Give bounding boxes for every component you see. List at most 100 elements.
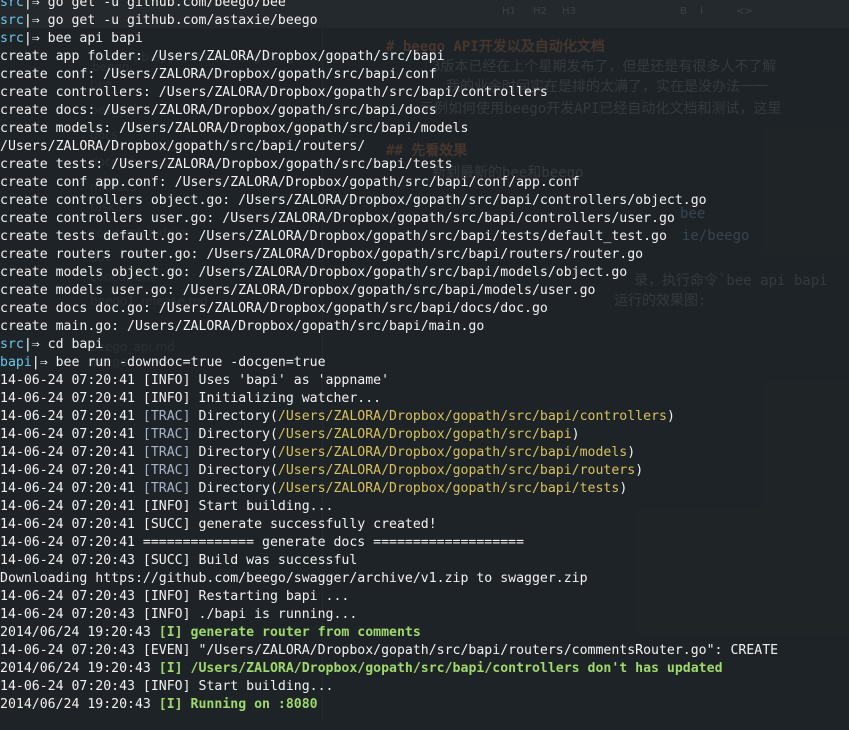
terminal-text: create models object.go: /Users/ZALORA/D… xyxy=(0,265,628,280)
terminal-text: 14-06-24 07:20:41 xyxy=(0,517,143,532)
terminal-text: [I] generate router from comments xyxy=(158,625,421,640)
terminal-text: Directory( xyxy=(190,409,278,424)
prompt-directory: src xyxy=(0,31,24,46)
terminal-text: go get -u github.com/beego/bee xyxy=(47,0,286,10)
terminal-line: 2014/06/24 19:20:43 [I] /Users/ZALORA/Dr… xyxy=(0,660,723,678)
terminal-text: [TRAC] xyxy=(142,463,191,478)
terminal-text: go get -u github.com/astaxie/beego xyxy=(47,13,318,28)
terminal-text: bee run -downdoc=true -docgen=true xyxy=(55,355,326,370)
terminal-line: Downloading https://github.com/beego/swa… xyxy=(0,570,588,588)
terminal-text: create docs: /Users/ZALORA/Dropbox/gopat… xyxy=(0,103,437,118)
terminal-text: Downloading https://github.com/beego/swa… xyxy=(0,571,588,586)
prompt-directory: src xyxy=(0,0,24,10)
terminal-line: 14-06-24 07:20:41 [INFO] Start building.… xyxy=(0,498,333,516)
terminal-text: /Users/ZALORA/Dropbox/gopath/src/bapi/te… xyxy=(277,481,620,496)
terminal-text: Uses 'bapi' as 'appname' xyxy=(190,373,390,388)
terminal-text: |⇒ xyxy=(23,337,48,352)
terminal-line: 14-06-24 07:20:41 [TRAC] Directory(/User… xyxy=(0,462,643,480)
terminal-line: 14-06-24 07:20:41 [INFO] Uses 'bapi' as … xyxy=(0,372,389,390)
terminal-text: create controllers user.go: /Users/ZALOR… xyxy=(0,211,675,226)
terminal-line: src|⇒ cd bapi xyxy=(0,336,103,354)
terminal-line: 14-06-24 07:20:41 [TRAC] Directory(/User… xyxy=(0,480,627,498)
terminal-text: [INFO] xyxy=(142,589,191,604)
terminal-text: 14-06-24 07:20:41 xyxy=(0,481,143,496)
terminal-text: 14-06-24 07:20:41 xyxy=(0,373,143,388)
terminal-line: create models: /Users/ZALORA/Dropbox/gop… xyxy=(0,120,468,138)
terminal-line: 14-06-24 07:20:41 [INFO] Initializing wa… xyxy=(0,390,381,408)
terminal-text: [INFO] xyxy=(142,499,191,514)
terminal-text: Restarting bapi ... xyxy=(190,589,350,604)
terminal-line: 2014/06/24 19:20:43 [I] Running on :8080 xyxy=(0,696,318,714)
terminal-window[interactable]: src|⇒ go get -u github.com/beego/bee src|… xyxy=(0,0,849,730)
terminal-text: 14-06-24 07:20:43 [EVEN] "/Users/ZALORA/… xyxy=(0,643,779,658)
terminal-text: [I] /Users/ZALORA/Dropbox/gopath/src/bap… xyxy=(158,661,723,676)
terminal-text: bee api bapi xyxy=(47,31,143,46)
terminal-text: /Users/ZALORA/Dropbox/gopath/src/bapi/ro… xyxy=(277,463,636,478)
terminal-line: 14-06-24 07:20:41 [TRAC] Directory(/User… xyxy=(0,408,675,426)
terminal-text: Directory( xyxy=(190,445,278,460)
terminal-text: create docs doc.go: /Users/ZALORA/Dropbo… xyxy=(0,301,548,316)
terminal-text: [TRAC] xyxy=(142,409,191,424)
terminal-text: create main.go: /Users/ZALORA/Dropbox/go… xyxy=(0,319,485,334)
terminal-line: create routers router.go: /Users/ZALORA/… xyxy=(0,246,643,264)
terminal-text: Start building... xyxy=(190,679,334,694)
terminal-line: create docs doc.go: /Users/ZALORA/Dropbo… xyxy=(0,300,548,318)
terminal-text: create app folder: /Users/ZALORA/Dropbox… xyxy=(0,49,445,64)
terminal-text: Directory( xyxy=(190,481,278,496)
terminal-text: 14-06-24 07:20:41 xyxy=(0,445,143,460)
terminal-text: ./bapi is running... xyxy=(190,607,358,622)
terminal-text: create routers router.go: /Users/ZALORA/… xyxy=(0,247,644,262)
terminal-line: 14-06-24 07:20:43 [EVEN] "/Users/ZALORA/… xyxy=(0,642,778,660)
terminal-line: create conf app.conf: /Users/ZALORA/Drop… xyxy=(0,174,580,192)
terminal-text: 14-06-24 07:20:43 xyxy=(0,607,143,622)
terminal-text: create models: /Users/ZALORA/Dropbox/gop… xyxy=(0,121,469,136)
terminal-line: 14-06-24 07:20:43 [INFO] Start building.… xyxy=(0,678,333,696)
terminal-text: [TRAC] xyxy=(142,481,191,496)
terminal-line: bapi|⇒ bee run -downdoc=true -docgen=tru… xyxy=(0,354,326,372)
terminal-text: 14-06-24 07:20:41 xyxy=(0,463,143,478)
terminal-text: generate successfully created! xyxy=(190,517,437,532)
terminal-text: ) xyxy=(571,427,580,442)
terminal-text: Initializing watcher... xyxy=(190,391,382,406)
terminal-line: create docs: /Users/ZALORA/Dropbox/gopat… xyxy=(0,102,437,120)
terminal-line: src|⇒ go get -u github.com/astaxie/beego xyxy=(0,12,318,30)
terminal-line: 14-06-24 07:20:41 [TRAC] Directory(/User… xyxy=(0,444,635,462)
terminal-text: 14-06-24 07:20:41 xyxy=(0,499,143,514)
terminal-text: ) xyxy=(635,463,644,478)
terminal-text: 14-06-24 07:20:43 xyxy=(0,679,143,694)
prompt-directory: src xyxy=(0,337,24,352)
terminal-text: 14-06-24 07:20:43 xyxy=(0,553,143,568)
terminal-text: |⇒ xyxy=(31,355,56,370)
terminal-text: |⇒ xyxy=(23,31,48,46)
terminal-text: 2014/06/24 19:20:43 xyxy=(0,697,159,712)
terminal-line: create models object.go: /Users/ZALORA/D… xyxy=(0,264,627,282)
terminal-line: create app folder: /Users/ZALORA/Dropbox… xyxy=(0,48,445,66)
terminal-text: ) xyxy=(666,409,675,424)
terminal-text: ) xyxy=(619,481,628,496)
terminal-line: create controllers user.go: /Users/ZALOR… xyxy=(0,210,675,228)
terminal-text: create conf app.conf: /Users/ZALORA/Drop… xyxy=(0,175,580,190)
terminal-line: 14-06-24 07:20:41 ============== generat… xyxy=(0,534,524,552)
terminal-line: 2014/06/24 19:20:43 [I] generate router … xyxy=(0,624,421,642)
terminal-line: 14-06-24 07:20:43 [INFO] ./bapi is runni… xyxy=(0,606,357,624)
terminal-text: |⇒ xyxy=(23,0,48,10)
terminal-line: 14-06-24 07:20:43 [SUCC] Build was succe… xyxy=(0,552,357,570)
terminal-text: [INFO] xyxy=(142,607,191,622)
terminal-line: create tests: /Users/ZALORA/Dropbox/gopa… xyxy=(0,156,453,174)
terminal-text: 14-06-24 07:20:41 xyxy=(0,409,143,424)
terminal-text: create tests default.go: /Users/ZALORA/D… xyxy=(0,229,667,244)
terminal-text: [I] Running on :8080 xyxy=(158,697,318,712)
terminal-text: create controllers object.go: /Users/ZAL… xyxy=(0,193,707,208)
terminal-text: 14-06-24 07:20:41 ============== generat… xyxy=(0,535,525,550)
terminal-line: create main.go: /Users/ZALORA/Dropbox/go… xyxy=(0,318,484,336)
terminal-text: create controllers: /Users/ZALORA/Dropbo… xyxy=(0,85,548,100)
terminal-text: [TRAC] xyxy=(142,427,191,442)
terminal-text: /Users/ZALORA/Dropbox/gopath/src/bapi/co… xyxy=(277,409,667,424)
terminal-text: [INFO] xyxy=(142,679,191,694)
terminal-text: cd bapi xyxy=(47,337,104,352)
terminal-line: 14-06-24 07:20:41 [SUCC] generate succes… xyxy=(0,516,437,534)
terminal-line: create tests default.go: /Users/ZALORA/D… xyxy=(0,228,667,246)
terminal-line: create models user.go: /Users/ZALORA/Dro… xyxy=(0,282,595,300)
terminal-text: 14-06-24 07:20:41 xyxy=(0,427,143,442)
terminal-text: create models user.go: /Users/ZALORA/Dro… xyxy=(0,283,596,298)
